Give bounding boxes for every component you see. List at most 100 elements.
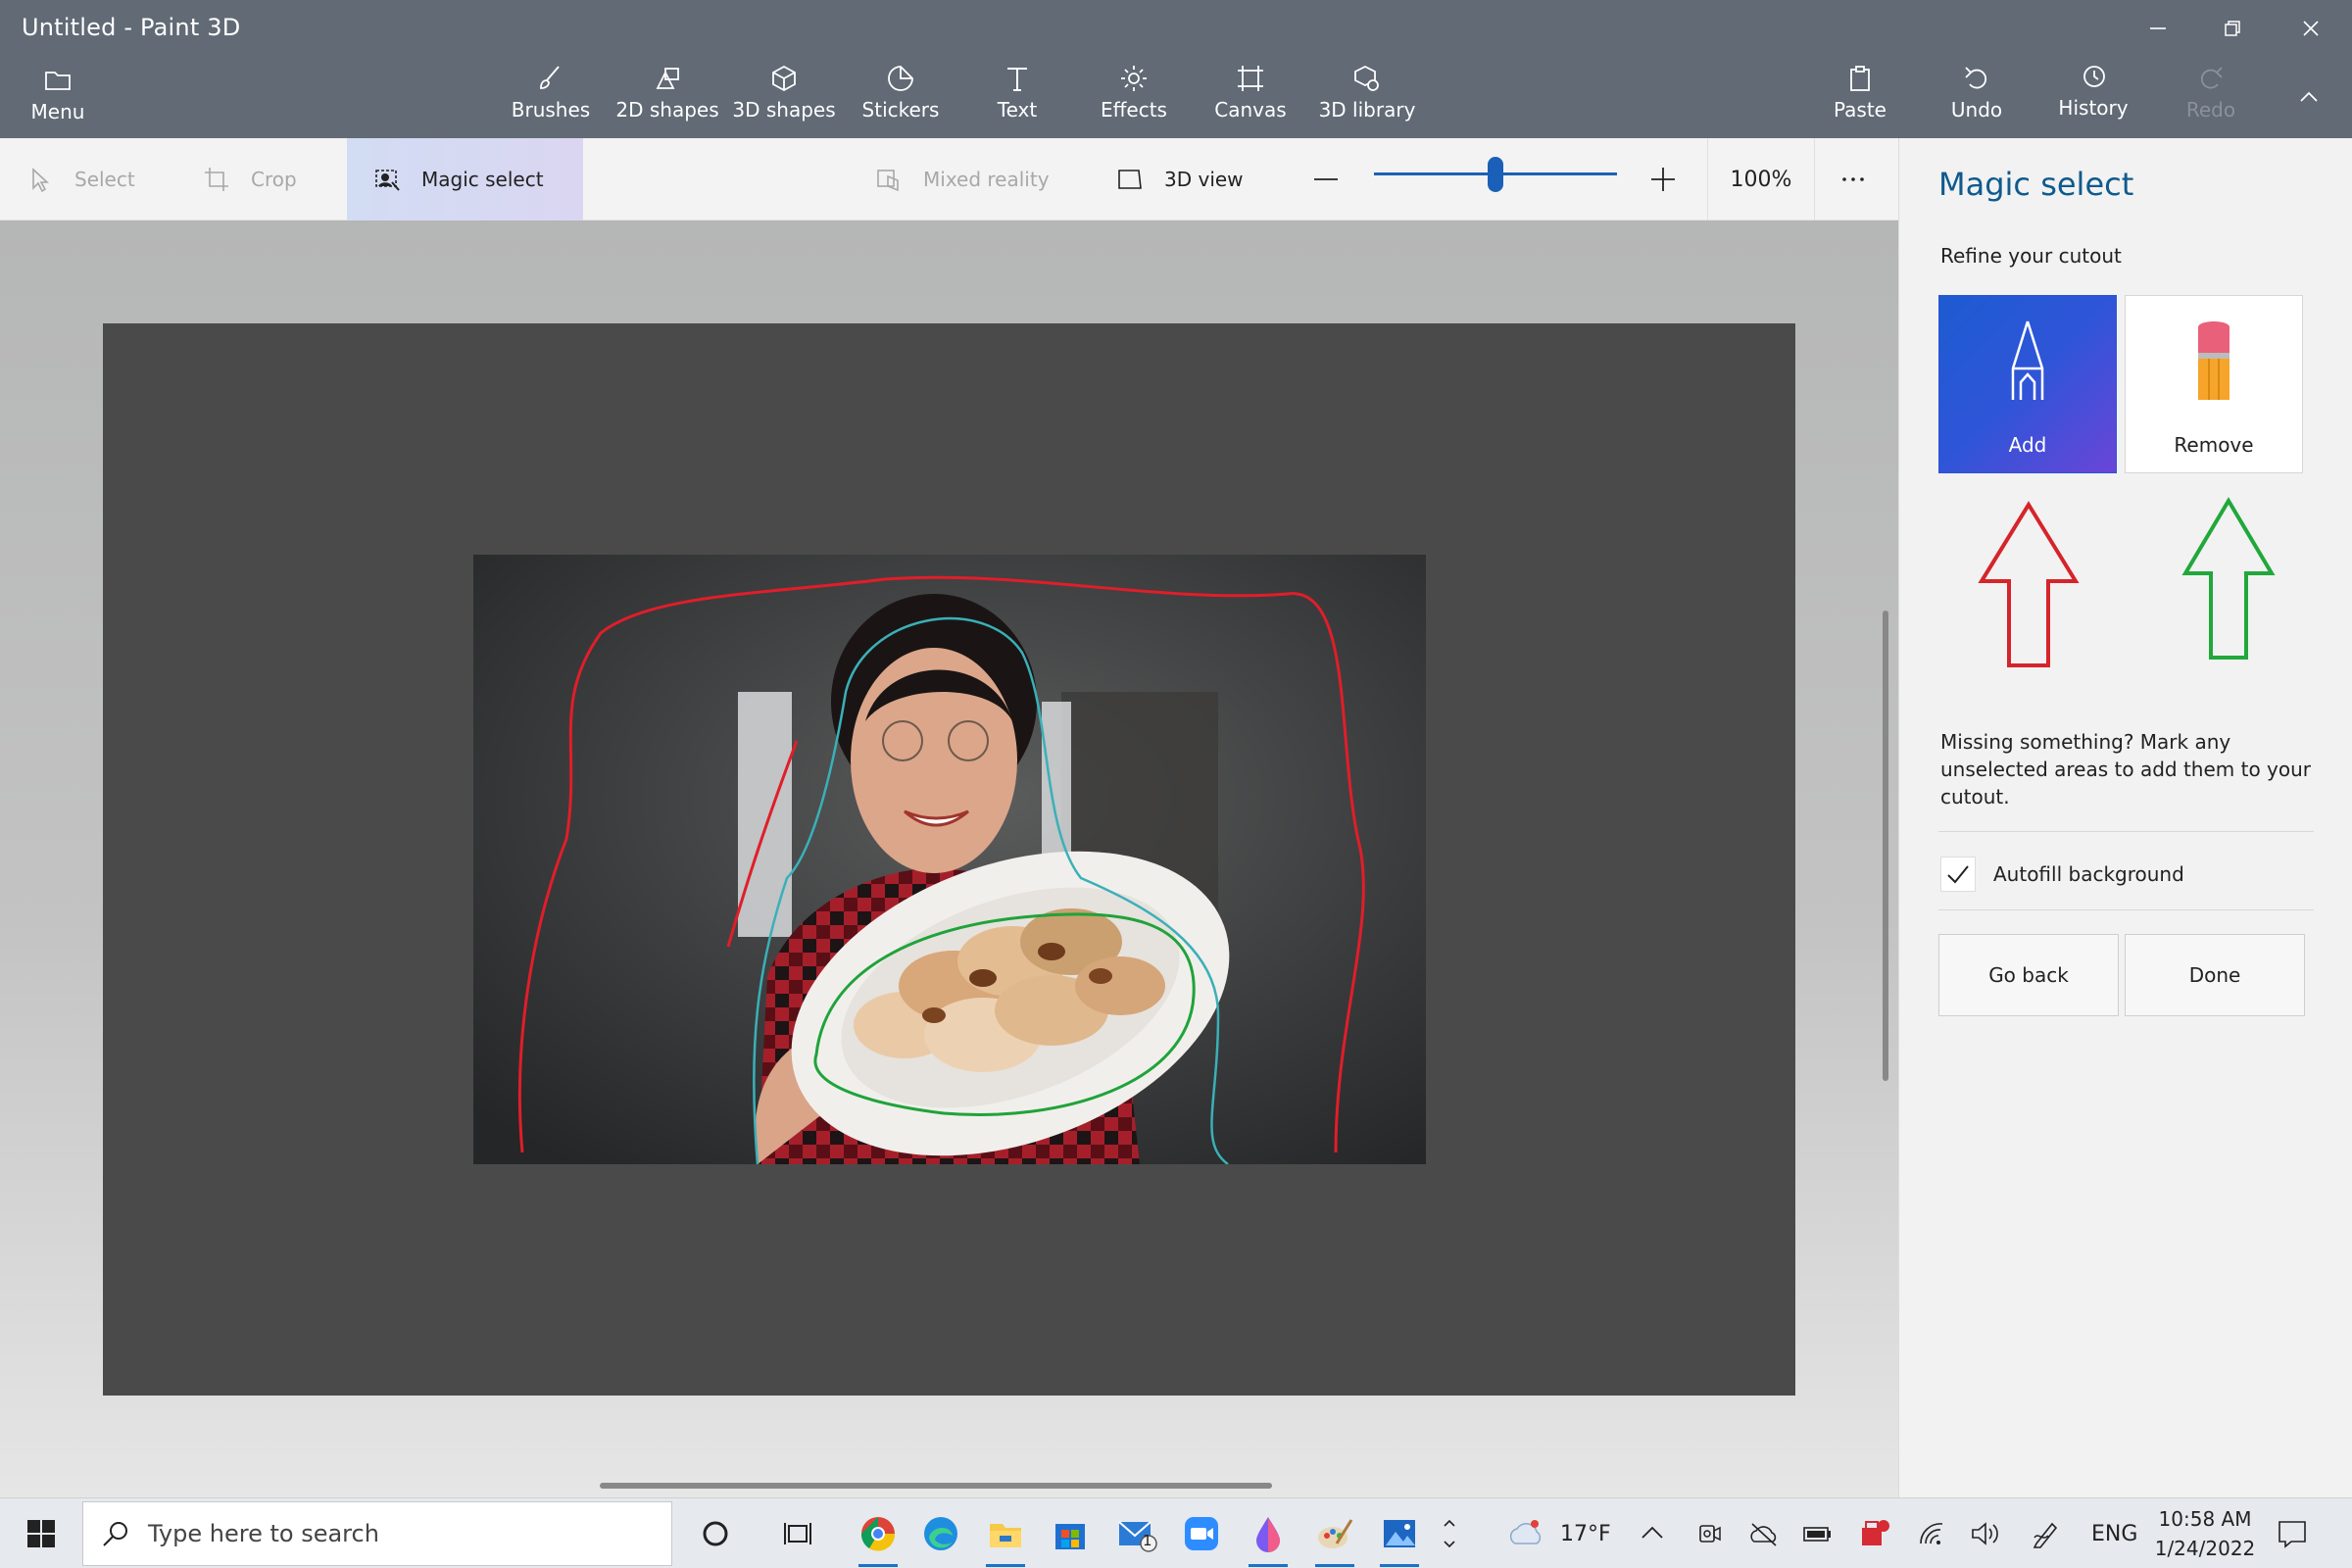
tool-canvas[interactable]: Canvas xyxy=(1192,63,1309,133)
mail-badge: 1 xyxy=(1143,1532,1152,1549)
3d-view-toggle[interactable]: 3D view xyxy=(1115,138,1244,220)
select-label: Select xyxy=(74,168,135,191)
security-alert-icon xyxy=(1862,1520,1889,1545)
more-options-button[interactable] xyxy=(1838,138,1868,220)
undo-icon xyxy=(1965,67,1987,89)
tray-wifi[interactable] xyxy=(1917,1498,1946,1568)
paste-button[interactable]: Paste xyxy=(1801,63,1919,133)
mixed-reality-icon xyxy=(877,170,899,192)
zoom-in-button[interactable] xyxy=(1648,138,1678,220)
minimize-button[interactable] xyxy=(2123,6,2193,51)
taskbar-paint-3d[interactable] xyxy=(1243,1508,1294,1567)
active-indicator xyxy=(1380,1564,1419,1567)
collapse-ribbon-button[interactable] xyxy=(2274,74,2344,120)
tray-pen[interactable] xyxy=(2031,1498,2062,1568)
clock[interactable]: 10:58 AM 1/24/2022 xyxy=(2146,1504,2264,1563)
horizontal-scrollbar[interactable] xyxy=(600,1483,1272,1489)
checkmark-icon xyxy=(1947,865,1969,884)
taskbar-search-input[interactable]: Type here to search xyxy=(82,1501,672,1566)
tool-effects[interactable]: Effects xyxy=(1075,63,1193,133)
taskbar-store[interactable] xyxy=(1045,1508,1096,1559)
taskbar-mail[interactable]: 1 xyxy=(1111,1508,1162,1559)
cloud-off-icon xyxy=(1750,1523,1777,1546)
cortana-button[interactable] xyxy=(690,1508,741,1559)
magic-select-icon xyxy=(375,170,400,191)
minus-icon xyxy=(1314,178,1338,180)
tool-2d-shapes[interactable]: 2D shapes xyxy=(609,63,726,133)
red-arrow-shape xyxy=(1978,501,2080,667)
toolbar: Select Crop Magic select Mixed reality 3… xyxy=(0,138,1898,220)
menu-button[interactable]: Menu xyxy=(0,65,116,135)
panel-title: Magic select xyxy=(1938,166,2134,203)
taskbar-edge[interactable] xyxy=(915,1508,966,1559)
tool-3d-library[interactable]: 3D library xyxy=(1308,63,1426,133)
show-hidden-icons-button[interactable] xyxy=(1639,1498,1666,1568)
tool-label: 2D shapes xyxy=(615,98,719,122)
taskbar-chrome[interactable] xyxy=(853,1508,904,1567)
restore-icon xyxy=(2225,21,2240,36)
autofill-checkbox-row[interactable]: Autofill background xyxy=(1940,854,2184,895)
minimize-icon xyxy=(2150,27,2166,29)
text-icon xyxy=(1007,68,1027,91)
brush-icon xyxy=(540,66,560,89)
search-icon xyxy=(103,1522,127,1546)
tool-text[interactable]: Text xyxy=(958,63,1076,133)
window-title: Untitled - Paint 3D xyxy=(22,14,241,41)
autofill-checkbox[interactable] xyxy=(1940,857,1976,892)
weather-widget[interactable]: 17°F xyxy=(1505,1498,1611,1568)
autofill-label: Autofill background xyxy=(1993,862,2184,886)
shapes-2d-icon xyxy=(656,68,679,89)
tray-security[interactable] xyxy=(1858,1498,1891,1568)
folder-icon xyxy=(45,72,71,90)
taskbar-paint[interactable] xyxy=(1309,1508,1360,1567)
crop-tool[interactable]: Crop xyxy=(202,138,297,220)
tray-language[interactable]: ENG xyxy=(2091,1498,2137,1568)
magic-select-tool[interactable]: Magic select xyxy=(347,138,583,220)
taskbar-file-explorer[interactable] xyxy=(980,1508,1031,1567)
restore-button[interactable] xyxy=(2197,6,2268,51)
zoom-out-button[interactable] xyxy=(1311,138,1341,220)
action-center-button[interactable] xyxy=(2276,1498,2309,1568)
panel-subtitle: Refine your cutout xyxy=(1940,244,2122,268)
green-arrow-annotation xyxy=(2181,497,2276,660)
close-button[interactable] xyxy=(2276,6,2346,51)
mixed-reality-button[interactable]: Mixed reality xyxy=(874,138,1050,220)
done-button[interactable]: Done xyxy=(2125,934,2305,1016)
taskbar-overflow-button[interactable] xyxy=(1425,1508,1474,1559)
tool-3d-shapes[interactable]: 3D shapes xyxy=(725,63,843,133)
tool-brushes[interactable]: Brushes xyxy=(492,63,610,133)
photo-image[interactable] xyxy=(473,555,1426,1164)
undo-button[interactable]: Undo xyxy=(1918,63,2035,133)
tool-stickers[interactable]: Stickers xyxy=(842,63,959,133)
tray-onedrive[interactable] xyxy=(1748,1498,1780,1568)
divider xyxy=(1938,909,2314,910)
cube-icon xyxy=(772,65,796,92)
zoom-value[interactable]: 100% xyxy=(1707,138,1815,220)
clock-time: 10:58 AM xyxy=(2158,1507,2252,1531)
remove-label: Remove xyxy=(2174,433,2254,457)
zoom-slider-thumb[interactable] xyxy=(1488,157,1503,192)
add-button[interactable]: Add xyxy=(1938,295,2117,473)
store-icon xyxy=(1055,1524,1085,1549)
history-button[interactable]: History xyxy=(2034,61,2152,131)
taskbar-zoom[interactable] xyxy=(1176,1508,1227,1559)
start-button[interactable] xyxy=(0,1498,82,1568)
go-back-button[interactable]: Go back xyxy=(1938,934,2119,1016)
paint-3d-icon xyxy=(1256,1517,1280,1552)
weather-cloud-icon xyxy=(1509,1520,1542,1544)
select-tool[interactable]: Select xyxy=(25,138,135,220)
photos-icon xyxy=(1384,1520,1415,1547)
crop-label: Crop xyxy=(251,168,297,191)
task-view-button[interactable] xyxy=(772,1508,823,1559)
ellipsis-icon xyxy=(1842,177,1864,181)
taskbar-photos[interactable] xyxy=(1374,1508,1425,1567)
title-bar: Untitled - Paint 3D Menu Brushes 2D shap… xyxy=(0,0,2352,138)
tray-volume[interactable] xyxy=(1970,1498,2001,1568)
tray-meet-now[interactable] xyxy=(1695,1498,1723,1568)
tool-label: 3D library xyxy=(1318,98,1416,122)
canvas-icon xyxy=(1238,66,1263,91)
remove-button[interactable]: Remove xyxy=(2125,295,2303,473)
vertical-scrollbar[interactable] xyxy=(1883,611,1888,1081)
tray-battery[interactable] xyxy=(1801,1498,1835,1568)
redo-button[interactable]: Redo xyxy=(2152,63,2270,133)
